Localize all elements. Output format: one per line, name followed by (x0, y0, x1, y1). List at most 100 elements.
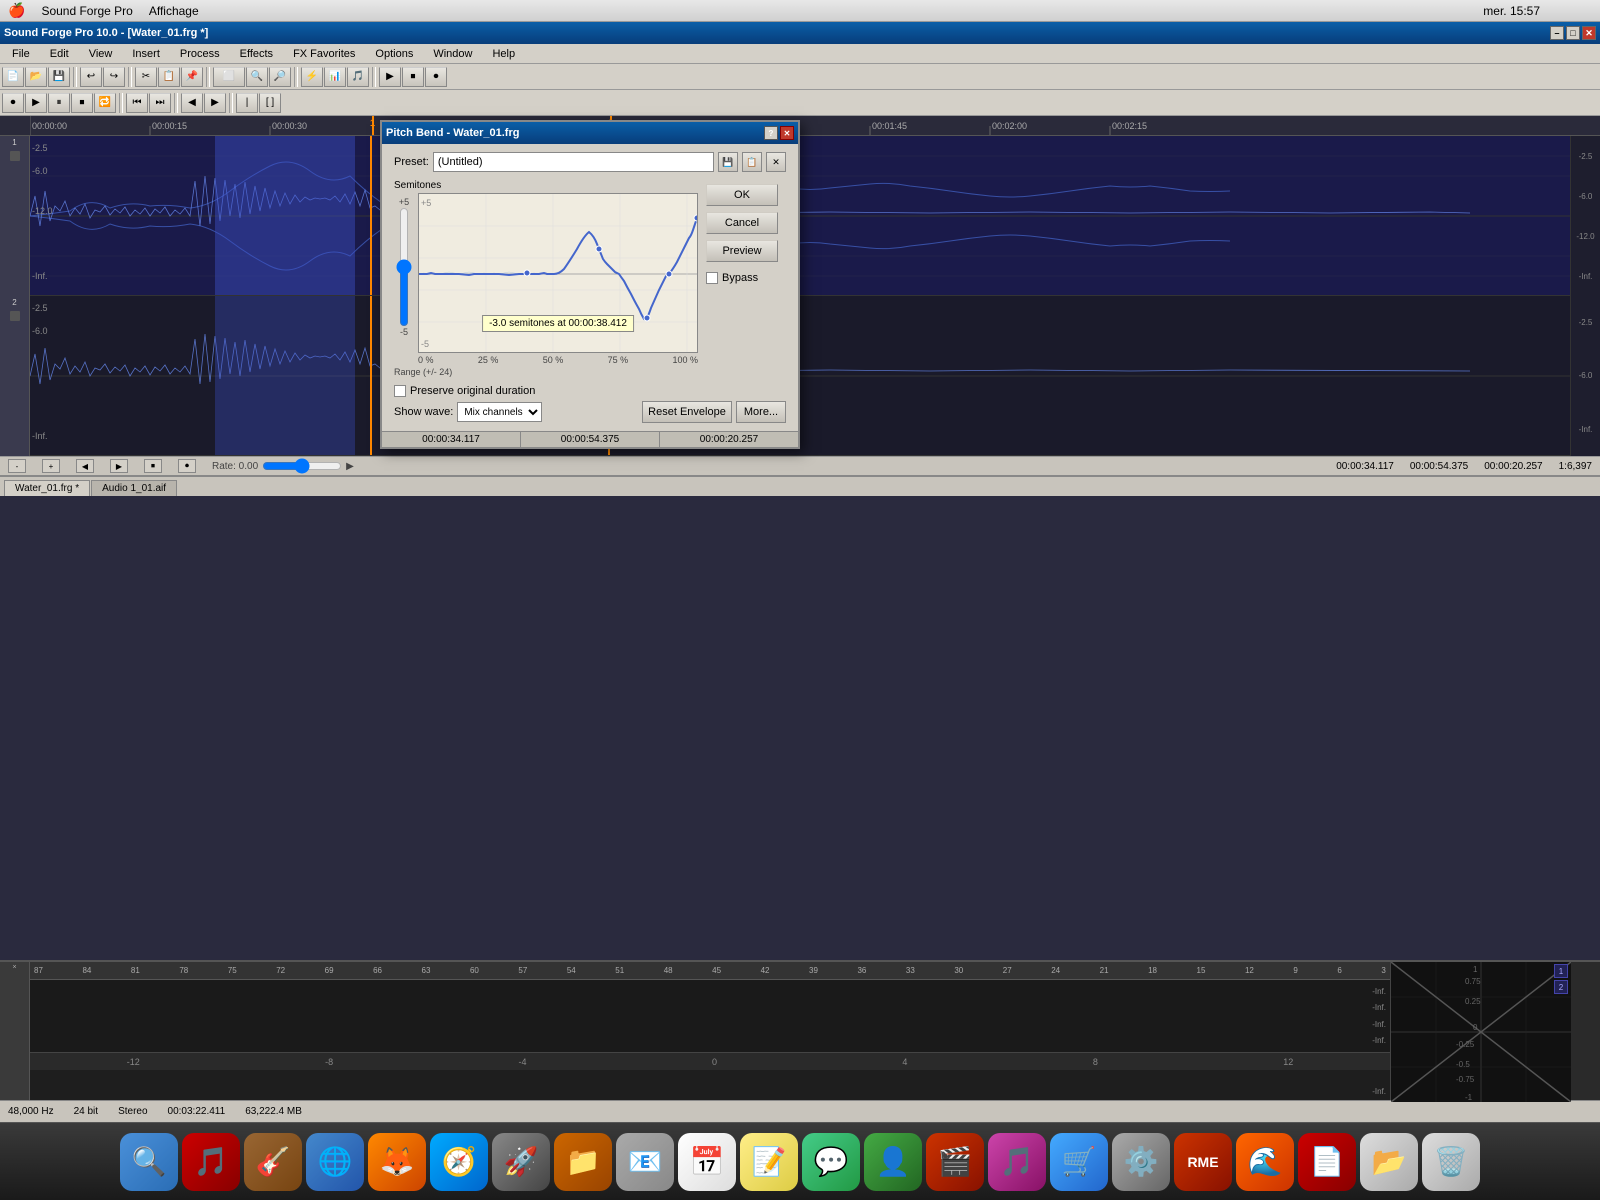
preview-button[interactable]: Preview (706, 240, 778, 262)
preset-save-btn[interactable]: 💾 (718, 152, 738, 172)
lower-expand[interactable]: × (12, 964, 16, 971)
reset-envelope-button[interactable]: Reset Envelope (642, 401, 732, 423)
menu-help[interactable]: Help (484, 46, 523, 62)
rate-minus[interactable]: - (8, 459, 26, 473)
menu-file[interactable]: File (4, 46, 38, 62)
menu-window[interactable]: Window (425, 46, 480, 62)
tb2-prev[interactable]: ⏮ (126, 93, 148, 113)
dock-messages[interactable]: 💬 (802, 1133, 860, 1191)
app-name-menu[interactable]: Sound Forge Pro (41, 4, 132, 18)
dock-finder[interactable]: 🔍 (120, 1133, 178, 1191)
track-2-waveform[interactable]: -2.5 -6.0 -Inf. (30, 296, 1570, 456)
dock-thunderbird[interactable]: 🌐 (306, 1133, 364, 1191)
dock-mail[interactable]: 📧 (616, 1133, 674, 1191)
bypass-checkbox[interactable] (706, 272, 718, 284)
tb2-in[interactable]: ◀ (181, 93, 203, 113)
dock-photos[interactable]: 📁 (554, 1133, 612, 1191)
dock-facetime[interactable]: 👤 (864, 1133, 922, 1191)
wave-select[interactable]: Mix channels (457, 402, 542, 422)
dialog-close-button[interactable]: ✕ (780, 126, 794, 140)
rate-prev[interactable]: ◀ (76, 459, 94, 473)
minimize-button[interactable]: – (1550, 26, 1564, 40)
tb-misc3[interactable]: ⏺ (425, 67, 447, 87)
tb-paste[interactable]: 📌 (181, 67, 203, 87)
tab-water[interactable]: Water_01.frg * (4, 480, 90, 496)
ok-button[interactable]: OK (706, 184, 778, 206)
dock-itunes[interactable]: 🎵 (988, 1133, 1046, 1191)
tb-save[interactable]: 💾 (48, 67, 70, 87)
tb-zoom-out[interactable]: 🔎 (269, 67, 291, 87)
menu-insert[interactable]: Insert (124, 46, 168, 62)
tb-new[interactable]: 📄 (2, 67, 24, 87)
dock-prefs[interactable]: ⚙️ (1112, 1133, 1170, 1191)
dock-rme[interactable]: RME (1174, 1133, 1232, 1191)
dock-music2[interactable]: 🎸 (244, 1133, 302, 1191)
dock-acrobat[interactable]: 📄 (1298, 1133, 1356, 1191)
dock-rocket[interactable]: 🚀 (492, 1133, 550, 1191)
tb-select[interactable]: ⬜ (213, 67, 245, 87)
rate-rec[interactable]: ⏺ (178, 459, 196, 473)
preset-input[interactable]: (Untitled) (433, 152, 714, 172)
menu-edit[interactable]: Edit (42, 46, 77, 62)
dock-appstore[interactable]: 🛒 (1050, 1133, 1108, 1191)
tb2-pause[interactable]: ⏸ (48, 93, 70, 113)
tb-effect[interactable]: ⚡ (301, 67, 323, 87)
envelope-graph[interactable]: +5 -5 -3.0 semitones at 00:00:38.412 (418, 193, 698, 353)
tb2-region[interactable]: [ ] (259, 93, 281, 113)
tb-cut[interactable]: ✂ (135, 67, 157, 87)
preserve-checkbox[interactable] (394, 385, 406, 397)
tb-normalize[interactable]: 📊 (324, 67, 346, 87)
tb2-out[interactable]: ▶ (204, 93, 226, 113)
tb-redo[interactable]: ↪ (103, 67, 125, 87)
menu-options[interactable]: Options (367, 46, 421, 62)
track-2-collapse[interactable] (10, 311, 20, 321)
tb-sep-4 (294, 67, 298, 87)
menu-process[interactable]: Process (172, 46, 228, 62)
channel-2-btn[interactable]: 2 (1554, 980, 1568, 994)
more-button[interactable]: More... (736, 401, 786, 423)
tb-zoom-in[interactable]: 🔍 (246, 67, 268, 87)
tb-open[interactable]: 📂 (25, 67, 47, 87)
tb2-loop[interactable]: 🔁 (94, 93, 116, 113)
rate-slider[interactable] (262, 458, 342, 474)
rate-play[interactable]: ▶ (110, 459, 128, 473)
dock-notes[interactable]: 📝 (740, 1133, 798, 1191)
maximize-button[interactable]: □ (1566, 26, 1580, 40)
dock-wave[interactable]: 🌊 (1236, 1133, 1294, 1191)
tb-pitch[interactable]: 🎵 (347, 67, 369, 87)
dock-music1[interactable]: 🎵 (182, 1133, 240, 1191)
close-button[interactable]: ✕ (1582, 26, 1596, 40)
preset-manage-btn[interactable]: 📋 (742, 152, 762, 172)
tb2-record[interactable]: ⏺ (2, 93, 24, 113)
dialog-help-button[interactable]: ? (764, 126, 778, 140)
apple-icon[interactable]: 🍎 (8, 2, 25, 19)
tb-misc1[interactable]: ▶ (379, 67, 401, 87)
tb2-marker[interactable]: | (236, 93, 258, 113)
menu-view[interactable]: View (81, 46, 121, 62)
tb2-stop[interactable]: ⏹ (71, 93, 93, 113)
dock-trash[interactable]: 🗑️ (1422, 1133, 1480, 1191)
menu-effects[interactable]: Effects (232, 46, 281, 62)
dock-firefox[interactable]: 🦊 (368, 1133, 426, 1191)
tab-audio[interactable]: Audio 1_01.aif (91, 480, 177, 496)
dock-files[interactable]: 📂 (1360, 1133, 1418, 1191)
rate-plus[interactable]: + (42, 459, 60, 473)
channel-1-btn[interactable]: 1 (1554, 964, 1568, 978)
dock-calendar[interactable]: 📅 (678, 1133, 736, 1191)
tb-undo[interactable]: ↩ (80, 67, 102, 87)
semitone-slider[interactable] (396, 207, 412, 327)
menu-fxfav[interactable]: FX Favorites (285, 46, 363, 62)
cancel-button[interactable]: Cancel (706, 212, 778, 234)
rate-stop[interactable]: ⏹ (144, 459, 162, 473)
preset-clear-btn[interactable]: ✕ (766, 152, 786, 172)
tb-misc2[interactable]: ⏹ (402, 67, 424, 87)
track-1-collapse[interactable] (10, 151, 20, 161)
affichage-menu[interactable]: Affichage (149, 4, 199, 18)
tb-copy[interactable]: 📋 (158, 67, 180, 87)
tb2-play[interactable]: ▶ (25, 93, 47, 113)
graph-plus5: +5 (399, 197, 409, 207)
dock-safari[interactable]: 🧭 (430, 1133, 488, 1191)
track-1-waveform[interactable]: -2.5 -6.0 -12.0 -Inf. (30, 136, 1570, 296)
tb2-next[interactable]: ⏭ (149, 93, 171, 113)
dock-video[interactable]: 🎬 (926, 1133, 984, 1191)
